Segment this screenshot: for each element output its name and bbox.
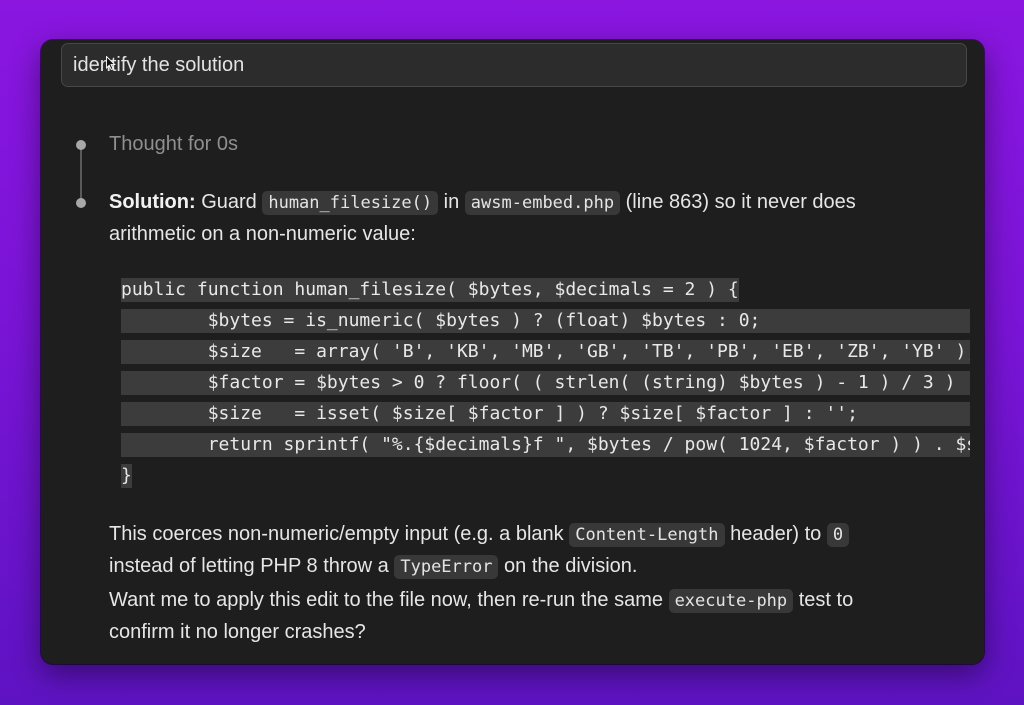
explanation-text-3: instead of letting PHP 8 throw a <box>109 555 395 577</box>
followup-paragraph: Want me to apply this edit to the file n… <box>109 585 959 648</box>
code-line-4: $factor = $bytes > 0 ? floor( ( strlen( … <box>121 371 970 395</box>
explanation-text-2: header) to <box>724 523 827 545</box>
timeline-dot-solution <box>76 198 86 208</box>
code-line-2: $bytes = is_numeric( $bytes ) ? (float) … <box>121 309 970 333</box>
followup-text-1: Want me to apply this edit to the file n… <box>109 589 669 611</box>
solution-heading: Solution: <box>109 191 196 213</box>
inline-code-header: Content-Length <box>569 523 725 547</box>
explanation-text-1: This coerces non-numeric/empty input (e.… <box>109 523 570 545</box>
solution-text-2: in <box>438 191 465 213</box>
code-line-5: $size = isset( $size[ $factor ] ) ? $siz… <box>121 402 970 426</box>
chat-panel: identify the solution Thought for 0s Sol… <box>41 40 984 664</box>
prompt-text: identify the solution <box>73 54 245 76</box>
explanation-paragraph: This coerces non-numeric/empty input (e.… <box>109 519 959 583</box>
solution-text-3: (line 863) so it never does <box>620 191 856 213</box>
thought-label: Thought for 0s <box>109 133 238 155</box>
followup-text-3: confirm it no longer crashes? <box>109 621 366 643</box>
inline-code-execute-php: execute-php <box>668 589 794 613</box>
code-block: public function human_filesize( $bytes, … <box>121 276 970 494</box>
prompt-input[interactable]: identify the solution <box>61 43 967 87</box>
code-line-3: $size = array( 'B', 'KB', 'MB', 'GB', 'T… <box>121 340 970 364</box>
explanation-text-4: on the division. <box>498 555 638 577</box>
inline-code-file: awsm-embed.php <box>464 191 621 215</box>
inline-code-function: human_filesize() <box>262 191 439 215</box>
followup-text-2: test to <box>793 589 854 611</box>
inline-code-typeerror: TypeError <box>394 555 499 579</box>
solution-paragraph: Solution: Guard human_filesize() in awsm… <box>109 187 959 250</box>
timeline-dot-thought <box>76 140 86 150</box>
mouse-pointer-icon <box>106 56 116 70</box>
code-line-1: public function human_filesize( $bytes, … <box>121 278 739 302</box>
solution-text-1: Guard <box>195 191 263 213</box>
code-line-6: return sprintf( "%.{$decimals}f ", $byte… <box>121 433 970 457</box>
timeline-line <box>80 144 82 204</box>
thought-toggle[interactable]: Thought for 0s <box>109 133 238 156</box>
inline-code-zero: 0 <box>826 523 850 547</box>
code-line-7: } <box>121 464 132 488</box>
solution-line-2: arithmetic on a non-numeric value: <box>109 223 416 245</box>
